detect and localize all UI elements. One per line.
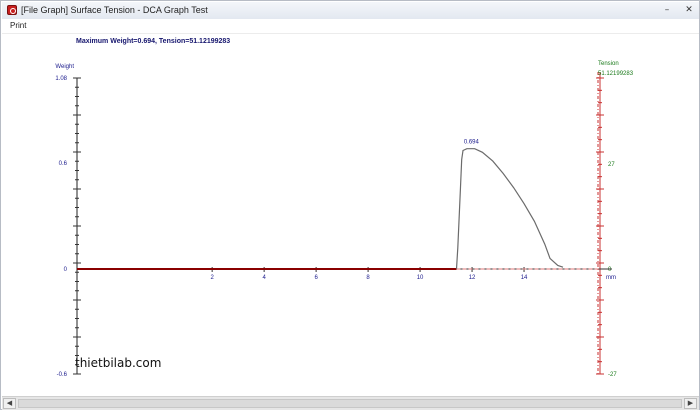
graph-panel: Maximum Weight=0.694, Tension=51.1219928… bbox=[2, 34, 699, 394]
x-tick-label: 14 bbox=[521, 275, 528, 281]
x-tick-label: 2 bbox=[210, 275, 214, 281]
tension-top-value: 51.12199283 bbox=[598, 71, 634, 77]
tension-axis-label: Tension bbox=[598, 61, 619, 67]
tension-tick-label: -27 bbox=[608, 372, 617, 378]
weight-tick-label: 0.6 bbox=[59, 161, 68, 167]
x-tick-label: 8 bbox=[366, 275, 370, 281]
window-title: [File Graph] Surface Tension - DCA Graph… bbox=[21, 5, 208, 15]
weight-tick-label: -0.6 bbox=[57, 372, 68, 378]
watermark-text: thietbilab.com bbox=[75, 356, 162, 370]
scroll-right-button[interactable]: ▶ bbox=[684, 398, 697, 409]
x-tick-label: 4 bbox=[262, 275, 266, 281]
title-bar[interactable]: [File Graph] Surface Tension - DCA Graph… bbox=[2, 2, 699, 20]
x-tick-label: 6 bbox=[314, 275, 318, 281]
x-tick-label: 10 bbox=[417, 275, 424, 281]
weight-tick-label: 0 bbox=[64, 267, 68, 273]
weight-curve bbox=[455, 148, 564, 270]
x-tick-label: 12 bbox=[469, 275, 476, 281]
weight-tick-label: 1.08 bbox=[55, 76, 67, 82]
close-button[interactable]: ✕ bbox=[682, 5, 696, 16]
app-icon[interactable] bbox=[7, 5, 17, 15]
weight-axis-label: Weight bbox=[55, 64, 74, 70]
minimize-button[interactable]: – bbox=[660, 5, 674, 16]
scroll-left-button[interactable]: ◀ bbox=[3, 398, 16, 409]
menu-bar: Print bbox=[2, 19, 699, 34]
menu-item-print[interactable]: Print bbox=[10, 21, 26, 30]
dca-graph: Weight 1.08 0.6 0 -0.6 Tension 51.12199283 27 0 -… bbox=[55, 61, 634, 378]
tension-tick-label: 0 bbox=[608, 267, 612, 273]
x-axis-unit: mm bbox=[606, 275, 616, 281]
scroll-thumb[interactable] bbox=[18, 399, 682, 408]
tension-tick-label: 27 bbox=[608, 162, 615, 168]
horizontal-scrollbar[interactable]: ◀ ▶ bbox=[2, 396, 699, 410]
app-window: [File Graph] Surface Tension - DCA Graph… bbox=[0, 0, 700, 410]
peak-label: 0.694 bbox=[464, 140, 480, 146]
